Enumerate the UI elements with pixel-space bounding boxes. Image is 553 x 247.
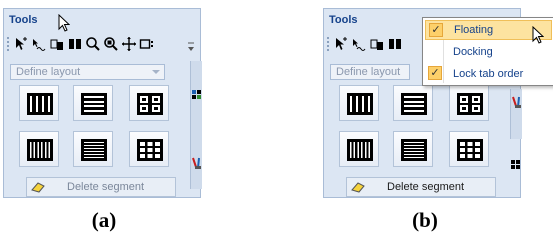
- side-tab-strip: [510, 89, 522, 139]
- layout-grid: [339, 85, 499, 170]
- eraser-icon: [351, 182, 365, 193]
- three-column-layout-icon: [347, 139, 373, 161]
- two-column-layout-icon: [27, 93, 53, 115]
- nine-grid-layout-icon: [457, 139, 483, 161]
- side-tab-strip: [190, 61, 202, 189]
- segment-tool-icon[interactable]: [369, 36, 385, 52]
- three-column-layout-button[interactable]: [19, 131, 59, 167]
- quad-layout-button[interactable]: [129, 85, 169, 121]
- zoom-window-icon[interactable]: [103, 36, 119, 52]
- checkmark-icon: ✓: [428, 66, 442, 80]
- layout-dropdown-label: Define layout: [336, 66, 401, 78]
- two-column-layout-button[interactable]: [339, 85, 379, 121]
- two-row-layout-button[interactable]: [393, 85, 433, 121]
- arrow-select-icon[interactable]: [13, 36, 29, 52]
- toolbar: [7, 35, 197, 53]
- three-row-layout-button[interactable]: [73, 131, 113, 167]
- three-column-layout-icon: [27, 139, 53, 161]
- chevron-down-icon: [152, 70, 160, 74]
- menu-item-label: Lock tab order: [453, 68, 524, 80]
- pan-icon[interactable]: [121, 36, 137, 52]
- layout-tab-icon[interactable]: [510, 159, 522, 171]
- box-select-icon[interactable]: [139, 36, 155, 52]
- delete-segment-button[interactable]: Delete segment: [26, 177, 176, 197]
- layout-tab-icon[interactable]: [191, 89, 203, 101]
- menu-item-label: Docking: [453, 46, 493, 58]
- split-tool-icon[interactable]: [67, 36, 83, 52]
- quad-layout-icon: [457, 93, 483, 115]
- delete-segment-label: Delete segment: [387, 181, 465, 193]
- delete-segment-label: Delete segment: [67, 181, 145, 193]
- two-row-layout-icon: [401, 93, 427, 115]
- menu-item-label: Floating: [454, 24, 494, 36]
- quad-layout-icon: [137, 93, 163, 115]
- caption-b: (b): [412, 208, 438, 232]
- segment-tool-icon[interactable]: [49, 36, 65, 52]
- three-column-layout-button[interactable]: [339, 131, 379, 167]
- nine-grid-layout-button[interactable]: [129, 131, 169, 167]
- panel-title[interactable]: Tools: [329, 14, 358, 26]
- layout-grid: [19, 85, 179, 170]
- node-tool-icon[interactable]: [31, 36, 47, 52]
- checkmark-icon: ✓: [429, 23, 443, 37]
- zoom-icon[interactable]: [85, 36, 101, 52]
- toolbar-grip[interactable]: [327, 37, 329, 51]
- two-column-layout-button[interactable]: [19, 85, 59, 121]
- quad-layout-button[interactable]: [449, 85, 489, 121]
- three-row-layout-button[interactable]: [393, 131, 433, 167]
- delete-segment-button[interactable]: Delete segment: [346, 177, 496, 197]
- three-row-layout-icon: [81, 139, 107, 161]
- tools-panel-a: Tools Define layout Delete segment: [3, 8, 202, 198]
- menu-item-lock-tab-order[interactable]: ✓ Lock tab order: [425, 64, 552, 84]
- toolbar-overflow-icon[interactable]: [187, 41, 195, 53]
- node-tool-icon[interactable]: [351, 36, 367, 52]
- two-row-layout-icon: [81, 93, 107, 115]
- nine-grid-layout-icon: [137, 139, 163, 161]
- panel-title[interactable]: Tools: [9, 14, 38, 26]
- nine-grid-layout-button[interactable]: [449, 131, 489, 167]
- eraser-icon: [31, 182, 45, 193]
- two-row-layout-button[interactable]: [73, 85, 113, 121]
- split-tool-icon[interactable]: [387, 36, 403, 52]
- tools-tab-icon[interactable]: [511, 95, 523, 109]
- two-column-layout-icon: [347, 93, 373, 115]
- tools-tab-icon[interactable]: [191, 156, 203, 170]
- toolbar-grip[interactable]: [7, 37, 9, 51]
- menu-item-docking[interactable]: Docking: [425, 42, 552, 62]
- three-row-layout-icon: [401, 139, 427, 161]
- arrow-select-icon[interactable]: [333, 36, 349, 52]
- caption-a: (a): [91, 208, 117, 232]
- layout-dropdown-label: Define layout: [16, 66, 81, 78]
- mouse-cursor-icon: [58, 14, 70, 32]
- layout-dropdown[interactable]: Define layout: [10, 64, 165, 80]
- layout-dropdown[interactable]: Define layout: [330, 64, 410, 80]
- mouse-cursor-icon: [532, 26, 544, 44]
